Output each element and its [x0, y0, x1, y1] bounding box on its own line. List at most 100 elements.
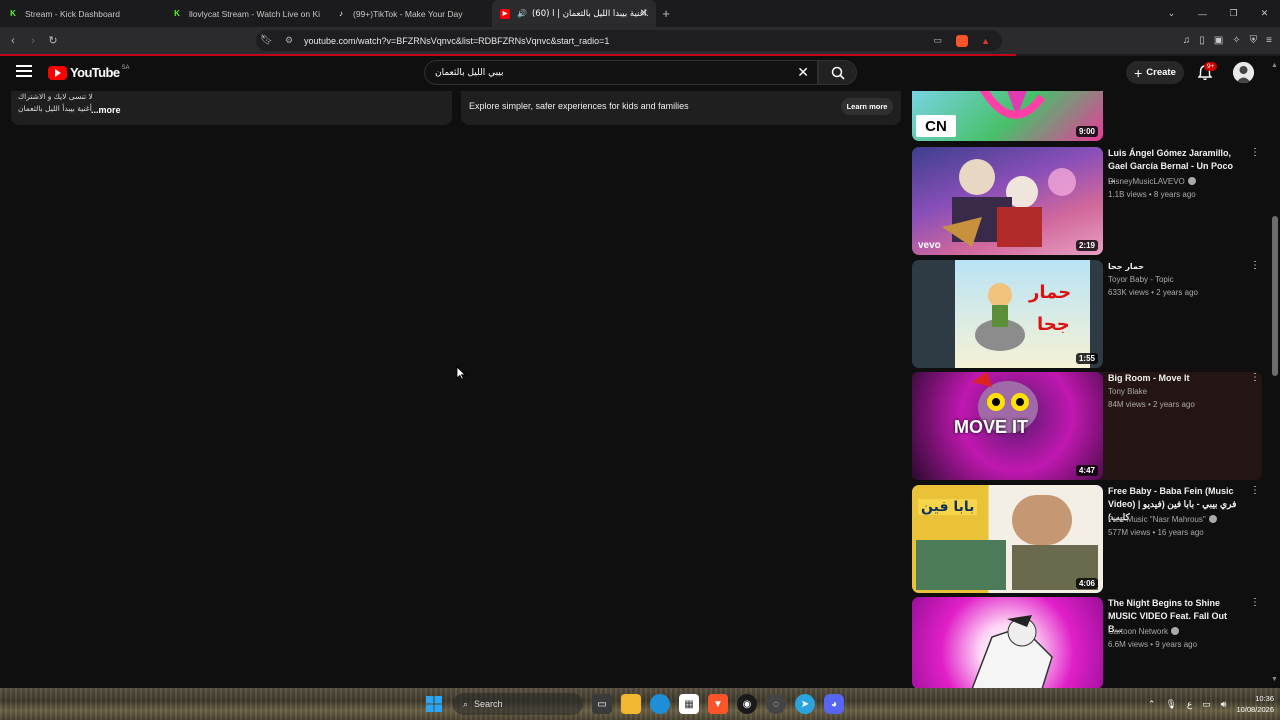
- related-video-item[interactable]: MOVE IT 4:47 Big Room - Move It Tony Bla…: [912, 372, 1262, 480]
- video-channel[interactable]: Tony Blake: [1108, 387, 1147, 396]
- file-explorer-icon[interactable]: [621, 694, 641, 714]
- video-channel[interactable]: Toyor Baby - Topic: [1108, 275, 1174, 284]
- video-channel[interactable]: Cartoon Network: [1108, 627, 1180, 636]
- steam-icon[interactable]: ◉: [737, 694, 757, 714]
- more-options-icon[interactable]: ⋮: [1250, 373, 1260, 383]
- vpn-icon[interactable]: ⛨: [1250, 35, 1258, 46]
- learn-more-button[interactable]: Learn more: [841, 98, 893, 115]
- brave-icon[interactable]: ▼: [708, 694, 728, 714]
- video-channel[interactable]: Free Music "Nasr Mahrous": [1108, 515, 1217, 524]
- search-box[interactable]: ✕: [424, 60, 818, 85]
- scroll-up-arrow-icon[interactable]: ▲: [1271, 62, 1278, 69]
- video-thumbnail[interactable]: [912, 597, 1103, 688]
- more-options-icon[interactable]: ⋮: [1250, 486, 1260, 496]
- video-thumbnail[interactable]: CN 9:00: [912, 91, 1103, 141]
- brave-shields-icon[interactable]: [956, 34, 968, 47]
- video-thumbnail[interactable]: حمار جحا 1:55: [912, 260, 1103, 368]
- video-title[interactable]: حمار جحا: [1108, 260, 1242, 273]
- brave-rewards-icon[interactable]: ▲: [981, 36, 990, 46]
- menu-icon[interactable]: ≡: [1266, 35, 1272, 46]
- tray-overflow-icon[interactable]: ⌃: [1148, 699, 1156, 710]
- url-text[interactable]: youtube.com/watch?v=BFZRNsVqnvc&list=RDB…: [304, 36, 609, 46]
- tab-tiktok[interactable]: ♪ (99+)TikTok - Make Your Day: [328, 0, 492, 27]
- network-icon[interactable]: ▭: [1202, 699, 1211, 710]
- store-icon[interactable]: ▦: [679, 694, 699, 714]
- tab-close-icon[interactable]: ✕: [640, 8, 648, 19]
- edge-icon[interactable]: [650, 694, 670, 714]
- taskbar-clock[interactable]: 10:36 10/08/2026: [1236, 693, 1274, 715]
- thumb-text-move-it: MOVE IT: [954, 417, 1029, 437]
- sidebar-icon[interactable]: ▯: [1199, 35, 1205, 46]
- more-options-icon[interactable]: ⋮: [1250, 148, 1260, 158]
- video-thumbnail[interactable]: vevo 2:19: [912, 147, 1103, 255]
- tab-search-chevron-icon[interactable]: ⌄: [1156, 8, 1187, 19]
- related-video-item[interactable]: بابا فين 4:06 Free Baby - Baba Fein (Mus…: [912, 485, 1262, 593]
- tab-youtube-active[interactable]: ▶ 🔊 (60) أغنية بيبدأ الليل بالثعمان | أ.…: [492, 0, 656, 27]
- audio-playing-icon[interactable]: 🔊: [517, 9, 527, 18]
- tab-kick-dashboard[interactable]: K Stream - Kick Dashboard: [0, 0, 164, 27]
- browser-tab-strip: K Stream - Kick Dashboard K llovlycat St…: [0, 0, 1280, 27]
- scroll-down-arrow-icon[interactable]: ▼: [1271, 676, 1278, 683]
- youtube-header: YouTube SA ✕ + Create 9+: [0, 56, 1280, 90]
- mouse-cursor-icon: [456, 366, 466, 380]
- address-bar[interactable]: 🔖︎ ⚙ youtube.com/watch?v=BFZRNsVqnvc&lis…: [256, 30, 1002, 51]
- more-options-icon[interactable]: ⋮: [1250, 598, 1260, 608]
- avatar[interactable]: [1233, 62, 1254, 83]
- video-thumbnail[interactable]: بابا فين 4:06: [912, 485, 1103, 593]
- plus-icon: +: [1134, 64, 1143, 81]
- close-window-button[interactable]: ✕: [1249, 8, 1280, 19]
- video-duration: 2:19: [1075, 240, 1098, 251]
- taskbar-search[interactable]: ⌕ Search: [453, 693, 583, 715]
- kick-favicon-icon: K: [174, 9, 180, 18]
- more-options-icon[interactable]: ⋮: [1250, 261, 1260, 271]
- window-controls: ⌄ — ❐ ✕: [1156, 0, 1280, 27]
- search-input[interactable]: [435, 67, 775, 78]
- vevo-logo: vevo: [918, 240, 941, 251]
- ai-icon[interactable]: ✧: [1232, 35, 1240, 46]
- related-video-item[interactable]: vevo 2:19 Luis Ángel Gómez Jaramillo, Ga…: [912, 147, 1262, 255]
- volume-icon[interactable]: 🔊︎: [1221, 699, 1227, 710]
- windows-start-icon[interactable]: [424, 694, 444, 714]
- minimize-button[interactable]: —: [1187, 9, 1218, 19]
- forward-button[interactable]: ›: [23, 35, 43, 47]
- wallet-icon[interactable]: ▣: [1214, 35, 1223, 46]
- video-duration: 4:47: [1075, 465, 1098, 476]
- cast-icon[interactable]: ▭: [933, 35, 942, 46]
- taskbar-apps: ⌕ Search ▭ ▦ ▼ ◉ ◌ ➤ ◕: [424, 693, 853, 715]
- search-icon: [831, 66, 845, 80]
- video-thumbnail[interactable]: MOVE IT 4:47: [912, 372, 1103, 480]
- new-tab-button[interactable]: +: [656, 6, 676, 21]
- thumb-text-humar: حمار: [1029, 282, 1072, 303]
- language-icon[interactable]: ع: [1187, 699, 1192, 710]
- reload-button[interactable]: ↻: [43, 34, 63, 47]
- youtube-logo[interactable]: YouTube SA: [48, 65, 130, 80]
- description-card[interactable]: لا تنسى لايك و الاشتراك أغنية بيبدأ اللي…: [11, 91, 452, 125]
- youtube-favicon-icon: ▶: [500, 8, 510, 19]
- bookmark-icon[interactable]: 🔖︎: [260, 35, 273, 46]
- mic-icon[interactable]: 🎙︎: [1165, 699, 1176, 710]
- kids-banner-text: Explore simpler, safer experiences for k…: [469, 101, 689, 111]
- discord-icon[interactable]: ◕: [824, 694, 844, 714]
- browser-toolbar: ‹ › ↻ 🔖︎ ⚙ youtube.com/watch?v=BFZRNsVqn…: [0, 27, 1280, 54]
- media-icon[interactable]: ♫: [1183, 35, 1191, 46]
- description-line-2: أغنية بيبدأ الليل بالثعمان: [18, 104, 92, 113]
- related-video-item[interactable]: The Night Begins to Shine MUSIC VIDEO Fe…: [912, 597, 1262, 688]
- show-more-link[interactable]: ...more: [91, 105, 121, 115]
- clear-search-icon[interactable]: ✕: [797, 64, 809, 81]
- video-channel[interactable]: DisneyMusicLAVEVO: [1108, 177, 1196, 186]
- scrollbar-thumb[interactable]: [1272, 216, 1278, 376]
- video-meta: 1.1B views • 8 years ago: [1108, 190, 1196, 199]
- site-info-icon[interactable]: ⚙: [285, 35, 293, 46]
- tab-kick-stream[interactable]: K llovlycat Stream - Watch Live on Kick: [164, 0, 328, 27]
- back-button[interactable]: ‹: [3, 35, 23, 47]
- video-title[interactable]: Big Room - Move It: [1108, 372, 1242, 385]
- video-meta: 6.6M views • 9 years ago: [1108, 640, 1198, 649]
- telegram-icon[interactable]: ➤: [795, 694, 815, 714]
- search-button[interactable]: [818, 60, 857, 85]
- maximize-button[interactable]: ❐: [1218, 8, 1249, 19]
- hamburger-menu-icon[interactable]: [16, 65, 32, 77]
- app-icon[interactable]: ◌: [766, 694, 786, 714]
- task-view-icon[interactable]: ▭: [592, 694, 612, 714]
- create-button[interactable]: + Create: [1126, 61, 1184, 84]
- related-video-item[interactable]: حمار جحا 1:55 حمار جحا Toyor Baby - Topi…: [912, 260, 1262, 368]
